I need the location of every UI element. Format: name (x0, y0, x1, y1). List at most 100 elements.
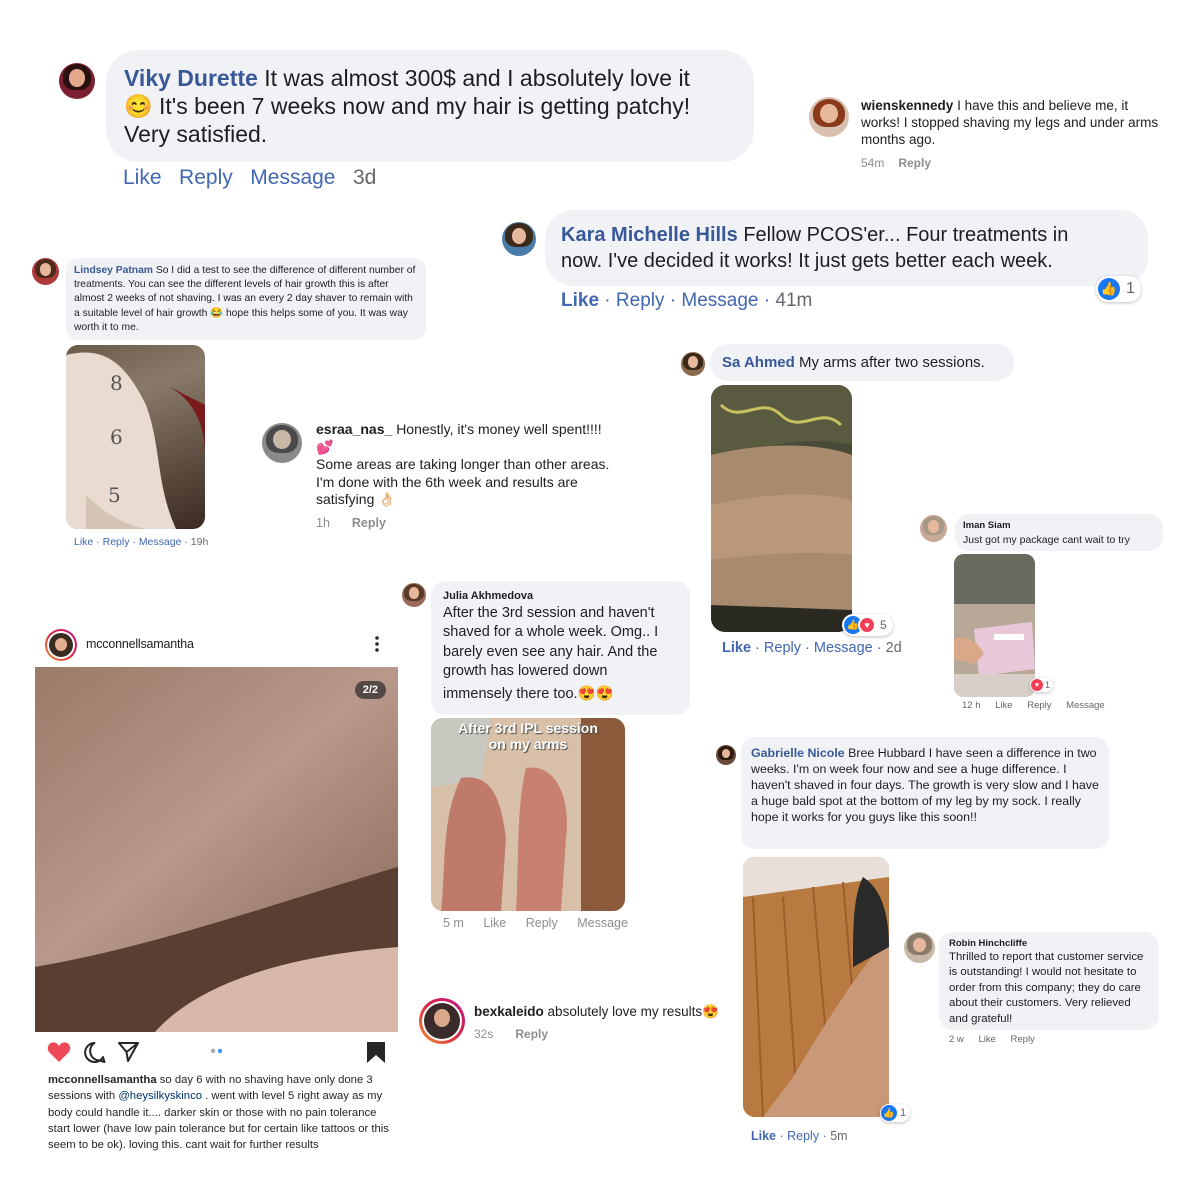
commenter-name[interactable]: Gabrielle Nicole (751, 746, 845, 760)
reply-link[interactable]: Reply (616, 290, 665, 311)
comment-bubble: Julia Akhmedova After the 3rd session an… (431, 581, 690, 715)
comment-icon[interactable] (83, 1041, 106, 1064)
avatar[interactable] (45, 629, 77, 661)
package-photo[interactable] (954, 554, 1035, 697)
reply-link[interactable]: Reply (179, 166, 233, 189)
mention-link[interactable]: @heysilkyskinco (118, 1090, 202, 1102)
commenter-name[interactable]: esraa_nas_ (316, 421, 392, 437)
timestamp: 12 h (962, 700, 981, 711)
reaction-count: 5 (880, 618, 887, 632)
avatar[interactable] (262, 423, 302, 463)
like-link[interactable]: Like (978, 1034, 995, 1045)
reply-link[interactable]: Reply (1011, 1034, 1035, 1045)
like-link[interactable]: Like (561, 290, 599, 311)
reply-link[interactable]: Reply (103, 536, 130, 548)
message-link[interactable]: Message (814, 640, 873, 656)
commenter-name[interactable]: wienskennedy (861, 98, 953, 113)
reply-link[interactable]: Reply (1027, 700, 1051, 711)
comment-actions: 54m Reply (861, 156, 931, 170)
more-vertical-icon[interactable] (370, 634, 384, 654)
leg-photo[interactable]: 8 6 5 (66, 345, 205, 529)
message-link[interactable]: Message (577, 916, 628, 930)
comment-text: Fellow PCOS'er... Four treatments in (743, 224, 1069, 246)
comment-text: I'm done with the 6th week and results a… (316, 473, 578, 490)
photo-counter: 2/2 (354, 681, 386, 699)
like-link[interactable]: Like (995, 700, 1012, 711)
comment-text: Honestly, it's money well spent!!!! (396, 421, 602, 437)
comment-bubble: Sa Ahmed My arms after two sessions. (710, 344, 1014, 381)
leg-photo[interactable] (743, 857, 889, 1117)
commenter-name[interactable]: Viky Durette (124, 65, 258, 91)
commenter-name[interactable]: Julia Akhmedova (443, 588, 678, 604)
comment-actions: 2 w Like Reply (949, 1034, 1035, 1045)
comment-text: growth has lowered down (443, 662, 608, 679)
message-link[interactable]: Message (681, 290, 758, 311)
reaction-count: 1 (900, 1107, 907, 1119)
reaction-badge[interactable]: 👍 1 (1096, 276, 1141, 302)
reaction-badge[interactable]: 👍 1 (880, 1104, 911, 1122)
comment-actions: 1h Reply (316, 516, 386, 530)
reply-link[interactable]: Reply (352, 516, 386, 530)
comment-bubble: Kara Michelle Hills Fellow PCOS'er... Fo… (545, 210, 1148, 286)
avatar[interactable] (681, 352, 705, 376)
avatar[interactable] (402, 583, 426, 607)
avatar[interactable] (809, 97, 849, 137)
comment-actions: 5 m Like Reply Message (443, 916, 628, 930)
timestamp: 2d (885, 640, 902, 656)
heart-icon[interactable] (47, 1041, 71, 1063)
comment-actions: Like · Reply · 5m (751, 1129, 848, 1143)
commenter-name[interactable]: Lindsey Patnam (74, 265, 153, 276)
timestamp: 19h (190, 536, 209, 548)
post-photo[interactable]: 2/2 (35, 667, 398, 1032)
timestamp: 2 w (949, 1034, 964, 1045)
thumbs-up-icon: 👍 (1098, 278, 1120, 300)
like-link[interactable]: Like (751, 1129, 776, 1143)
comment-text: satisfying (316, 491, 375, 507)
avatar[interactable] (920, 515, 947, 542)
reply-link[interactable]: Reply (764, 640, 801, 656)
commenter-name[interactable]: Kara Michelle Hills (561, 224, 738, 246)
avatar[interactable] (904, 932, 935, 963)
timestamp: 1h (316, 516, 330, 530)
comment-text: Some areas are taking longer than other … (316, 456, 610, 472)
post-username[interactable]: mcconnellsamantha (86, 637, 194, 651)
comment-bubble: Iman Siam Just got my package cant wait … (955, 514, 1163, 551)
reaction-badge[interactable]: ♥ 1 (1030, 678, 1054, 692)
timestamp: 5 m (443, 916, 464, 930)
message-link[interactable]: Message (139, 536, 182, 548)
reply-link[interactable]: Reply (898, 156, 931, 170)
like-link[interactable]: Like (74, 536, 93, 548)
reply-link[interactable]: Reply (526, 916, 558, 930)
avatar[interactable] (59, 63, 95, 99)
avatar[interactable] (32, 258, 59, 285)
avatar[interactable] (716, 745, 736, 765)
message-link[interactable]: Message (250, 166, 335, 189)
comment-text: barely even see any hair. And the (443, 643, 658, 660)
like-link[interactable]: Like (722, 640, 751, 656)
avatar[interactable] (419, 998, 465, 1044)
comment-bubble: Robin Hinchcliffe Thrilled to report tha… (939, 932, 1159, 1030)
smile-emoji: 😊 (124, 93, 153, 119)
photo-caption: After 3rd IPL session (458, 720, 598, 736)
reply-link[interactable]: Reply (787, 1129, 819, 1143)
commenter-name[interactable]: Robin Hinchcliffe (949, 937, 1149, 950)
arms-photo[interactable]: After 3rd IPL session on my arms (431, 718, 625, 911)
bookmark-icon[interactable] (366, 1041, 386, 1064)
arm-photo[interactable] (711, 385, 852, 632)
like-link[interactable]: Like (123, 166, 162, 189)
timestamp: 3d (353, 166, 377, 189)
like-link[interactable]: Like (483, 916, 506, 930)
comment-text: Very satisfied. (124, 121, 268, 147)
commenter-name[interactable]: Iman Siam (963, 519, 1155, 533)
comment-text: Thrilled to report that customer service… (949, 951, 1144, 1025)
commenter-name[interactable]: Sa Ahmed (722, 354, 795, 371)
commenter-name[interactable]: bexkaleido (474, 1004, 544, 1019)
caption-username[interactable]: mcconnellsamantha (48, 1074, 157, 1086)
reply-link[interactable]: Reply (515, 1027, 548, 1041)
message-link[interactable]: Message (1066, 700, 1105, 711)
reaction-badge[interactable]: 👍 ♥ 5 (842, 614, 893, 636)
share-icon[interactable] (117, 1041, 140, 1063)
thumbs-up-icon: 👍 (881, 1105, 897, 1121)
avatar[interactable] (502, 222, 536, 256)
comment-text: Just got my package cant wait to try (963, 534, 1130, 546)
